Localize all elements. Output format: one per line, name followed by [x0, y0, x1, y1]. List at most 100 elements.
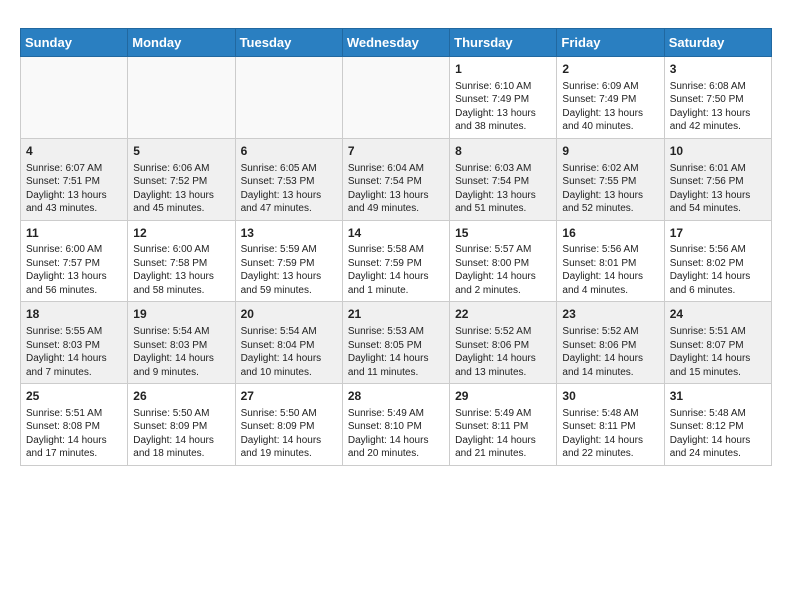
- day-info: Sunrise: 6:04 AM: [348, 162, 444, 176]
- day-number: 5: [133, 143, 229, 160]
- day-number: 13: [241, 225, 337, 242]
- day-info: Sunset: 7:51 PM: [26, 175, 122, 189]
- day-info: Daylight: 14 hours and 17 minutes.: [26, 434, 122, 461]
- day-info: Daylight: 14 hours and 22 minutes.: [562, 434, 658, 461]
- day-number: 26: [133, 388, 229, 405]
- day-info: Sunset: 8:06 PM: [562, 339, 658, 353]
- day-info: Daylight: 13 hours and 40 minutes.: [562, 107, 658, 134]
- day-number: 22: [455, 306, 551, 323]
- day-info: Sunrise: 5:52 AM: [455, 325, 551, 339]
- day-info: Sunrise: 5:58 AM: [348, 243, 444, 257]
- day-info: Sunrise: 6:01 AM: [670, 162, 766, 176]
- day-info: Sunrise: 5:53 AM: [348, 325, 444, 339]
- day-info: Daylight: 13 hours and 58 minutes.: [133, 270, 229, 297]
- day-info: Sunset: 8:12 PM: [670, 420, 766, 434]
- day-number: 25: [26, 388, 122, 405]
- day-info: Sunrise: 6:07 AM: [26, 162, 122, 176]
- day-info: Sunrise: 5:54 AM: [241, 325, 337, 339]
- weekday-header-monday: Monday: [128, 29, 235, 57]
- day-info: Sunrise: 6:08 AM: [670, 80, 766, 94]
- day-info: Sunset: 7:54 PM: [455, 175, 551, 189]
- day-info: Sunset: 8:04 PM: [241, 339, 337, 353]
- day-info: Sunset: 7:53 PM: [241, 175, 337, 189]
- day-info: Daylight: 13 hours and 52 minutes.: [562, 189, 658, 216]
- calendar-cell: 4Sunrise: 6:07 AMSunset: 7:51 PMDaylight…: [21, 138, 128, 220]
- calendar-cell: 6 Sunrise: 6:05 AMSunset: 7:53 PMDaylight…: [235, 138, 342, 220]
- day-number: 7: [348, 143, 444, 160]
- day-info: Daylight: 14 hours and 24 minutes.: [670, 434, 766, 461]
- calendar-cell: 7Sunrise: 6:04 AMSunset: 7:54 PMDaylight…: [342, 138, 449, 220]
- day-info: Sunset: 7:52 PM: [133, 175, 229, 189]
- day-info: Sunrise: 6:05 AM: [241, 162, 337, 176]
- day-info: Sunrise: 6:00 AM: [26, 243, 122, 257]
- calendar-cell: [342, 57, 449, 139]
- day-info: Daylight: 13 hours and 47 minutes.: [241, 189, 337, 216]
- weekday-header-thursday: Thursday: [450, 29, 557, 57]
- day-info: Daylight: 13 hours and 51 minutes.: [455, 189, 551, 216]
- calendar-cell: 23Sunrise: 5:52 AMSunset: 8:06 PMDayligh…: [557, 302, 664, 384]
- day-number: 2: [562, 61, 658, 78]
- day-number: 3: [670, 61, 766, 78]
- day-info: Daylight: 14 hours and 19 minutes.: [241, 434, 337, 461]
- day-info: Sunrise: 6:10 AM: [455, 80, 551, 94]
- page: General Blue SundayMondayTuesdayWednesda…: [0, 0, 792, 482]
- day-number: 15: [455, 225, 551, 242]
- day-number: 9: [562, 143, 658, 160]
- day-info: Daylight: 13 hours and 56 minutes.: [26, 270, 122, 297]
- day-info: Sunset: 8:09 PM: [241, 420, 337, 434]
- day-number: 27: [241, 388, 337, 405]
- day-info: Sunrise: 6:09 AM: [562, 80, 658, 94]
- day-info: Sunrise: 5:50 AM: [241, 407, 337, 421]
- weekday-header-sunday: Sunday: [21, 29, 128, 57]
- day-number: 24: [670, 306, 766, 323]
- day-info: Daylight: 14 hours and 1 minute.: [348, 270, 444, 297]
- calendar-week-row: 1Sunrise: 6:10 AMSunset: 7:49 PMDaylight…: [21, 57, 772, 139]
- calendar-cell: 28Sunrise: 5:49 AMSunset: 8:10 PMDayligh…: [342, 384, 449, 466]
- day-info: Sunrise: 5:51 AM: [26, 407, 122, 421]
- calendar-week-row: 18Sunrise: 5:55 AMSunset: 8:03 PMDayligh…: [21, 302, 772, 384]
- day-info: Sunrise: 5:52 AM: [562, 325, 658, 339]
- calendar-cell: [128, 57, 235, 139]
- day-info: Sunrise: 5:51 AM: [670, 325, 766, 339]
- calendar-cell: 24Sunrise: 5:51 AMSunset: 8:07 PMDayligh…: [664, 302, 771, 384]
- calendar-cell: 2 Sunrise: 6:09 AMSunset: 7:49 PMDaylight…: [557, 57, 664, 139]
- weekday-header-saturday: Saturday: [664, 29, 771, 57]
- calendar-cell: 15Sunrise: 5:57 AMSunset: 8:00 PMDayligh…: [450, 220, 557, 302]
- calendar-table: SundayMondayTuesdayWednesdayThursdayFrid…: [20, 28, 772, 466]
- day-info: Sunrise: 5:48 AM: [670, 407, 766, 421]
- calendar-cell: 17Sunrise: 5:56 AMSunset: 8:02 PMDayligh…: [664, 220, 771, 302]
- day-info: Sunset: 8:01 PM: [562, 257, 658, 271]
- calendar-cell: [235, 57, 342, 139]
- day-number: 18: [26, 306, 122, 323]
- day-info: Sunset: 7:59 PM: [241, 257, 337, 271]
- day-info: Sunset: 8:08 PM: [26, 420, 122, 434]
- calendar-cell: 20Sunrise: 5:54 AMSunset: 8:04 PMDayligh…: [235, 302, 342, 384]
- day-number: 11: [26, 225, 122, 242]
- day-info: Sunrise: 6:00 AM: [133, 243, 229, 257]
- day-info: Sunrise: 5:48 AM: [562, 407, 658, 421]
- day-info: Sunset: 8:00 PM: [455, 257, 551, 271]
- calendar-cell: 22Sunrise: 5:52 AMSunset: 8:06 PMDayligh…: [450, 302, 557, 384]
- calendar-cell: [21, 57, 128, 139]
- day-info: Sunrise: 5:49 AM: [455, 407, 551, 421]
- day-info: Daylight: 14 hours and 7 minutes.: [26, 352, 122, 379]
- calendar-cell: 29Sunrise: 5:49 AMSunset: 8:11 PMDayligh…: [450, 384, 557, 466]
- calendar-cell: 30Sunrise: 5:48 AMSunset: 8:11 PMDayligh…: [557, 384, 664, 466]
- day-number: 6: [241, 143, 337, 160]
- day-info: Sunset: 8:09 PM: [133, 420, 229, 434]
- calendar-cell: 5Sunrise: 6:06 AMSunset: 7:52 PMDaylight…: [128, 138, 235, 220]
- day-info: Sunrise: 5:54 AM: [133, 325, 229, 339]
- day-info: Sunrise: 6:02 AM: [562, 162, 658, 176]
- day-info: Sunset: 7:57 PM: [26, 257, 122, 271]
- day-number: 20: [241, 306, 337, 323]
- header: General Blue: [20, 16, 772, 18]
- day-info: Sunset: 7:49 PM: [562, 93, 658, 107]
- day-info: Sunrise: 6:06 AM: [133, 162, 229, 176]
- day-info: Sunrise: 5:49 AM: [348, 407, 444, 421]
- day-info: Sunset: 8:10 PM: [348, 420, 444, 434]
- day-number: 21: [348, 306, 444, 323]
- day-info: Daylight: 13 hours and 54 minutes.: [670, 189, 766, 216]
- calendar-cell: 9Sunrise: 6:02 AMSunset: 7:55 PMDaylight…: [557, 138, 664, 220]
- day-info: Sunset: 7:56 PM: [670, 175, 766, 189]
- day-info: Sunset: 8:06 PM: [455, 339, 551, 353]
